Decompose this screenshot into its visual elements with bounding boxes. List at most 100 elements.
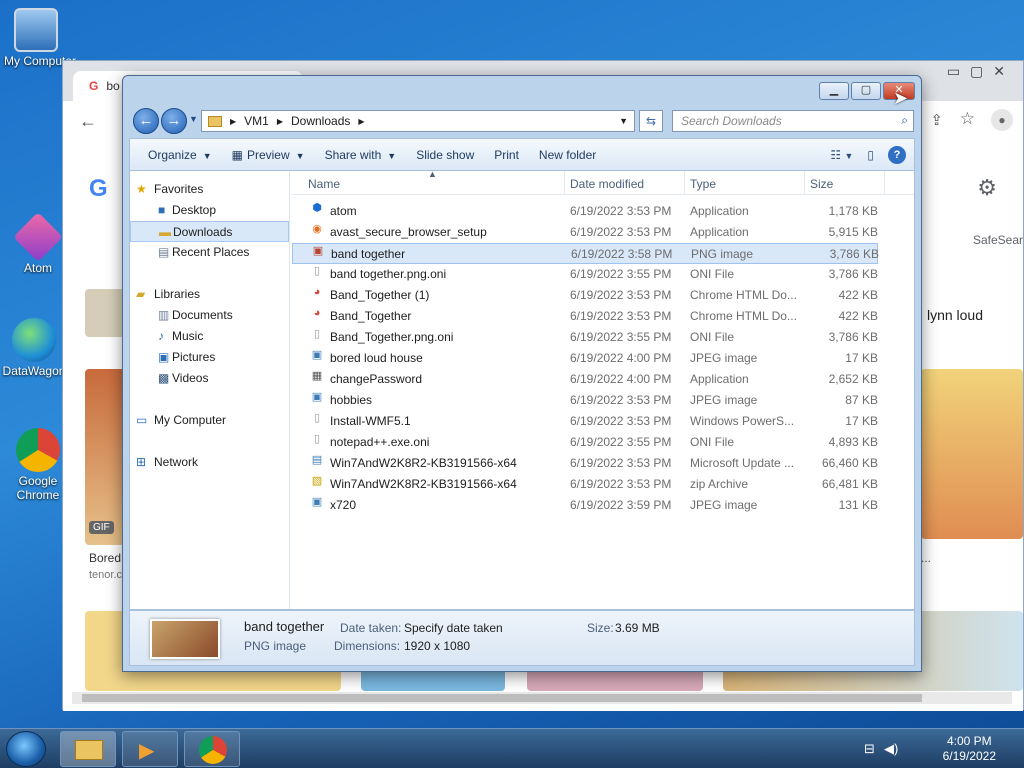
globe-icon xyxy=(12,318,56,362)
result-caption[interactable]: Bored xyxy=(89,551,121,565)
share-icon[interactable]: ⇪ xyxy=(930,111,943,129)
search-input[interactable]: Search Downloads ⌕ xyxy=(672,110,914,132)
organize-button[interactable]: Organize ▼ xyxy=(138,148,222,162)
breadcrumb-separator-icon[interactable]: ▶ xyxy=(358,117,364,126)
file-row[interactable]: ▦ changePassword 6/19/2022 4:00 PM Applicat… xyxy=(292,369,914,390)
mouse-cursor-icon: ➤ xyxy=(893,88,909,108)
chrome-horizontal-scrollbar[interactable] xyxy=(72,692,1012,704)
safesearch-label[interactable]: SafeSear xyxy=(973,233,1023,247)
back-button[interactable]: ← xyxy=(133,108,159,134)
breadcrumb-downloads[interactable]: Downloads xyxy=(291,114,350,128)
dimensions-value: 1920 x 1080 xyxy=(404,639,471,653)
nav-network[interactable]: ⊞ Network xyxy=(130,452,289,473)
column-headers: Name ▲ Date modified Type Size xyxy=(292,169,914,195)
desktop-icon-label: My Computer xyxy=(4,54,77,68)
libraries-icon: ▰ xyxy=(136,287,146,301)
desktop-icon-my-computer[interactable]: My Computer xyxy=(4,8,77,68)
breadcrumb-separator-icon[interactable]: ▶ xyxy=(277,117,283,126)
file-row[interactable]: ▤ Win7AndW2K8R2-KB3191566-x64 6/19/2022 3:… xyxy=(292,453,914,474)
nav-documents[interactable]: ▥ Documents xyxy=(130,305,289,326)
png-image-icon: ▣ xyxy=(312,245,324,257)
bookmark-star-icon[interactable]: ☆ xyxy=(960,109,975,129)
change-view-icon[interactable]: ☷ ▼ xyxy=(830,148,853,162)
nav-videos[interactable]: ▩ Videos xyxy=(130,368,289,389)
slide-show-button[interactable]: Slide show xyxy=(406,148,484,162)
back-icon[interactable]: ← xyxy=(79,111,97,132)
file-row[interactable]: ▣ hobbies 6/19/2022 3:53 PM JPEG image 87 KB xyxy=(292,390,914,411)
nav-recent-places[interactable]: ▤ Recent Places xyxy=(130,242,289,263)
details-file-type: PNG image xyxy=(244,639,307,653)
file-row[interactable]: ⬢ atom 6/19/2022 3:53 PM Application 1,178 K… xyxy=(292,201,914,222)
file-row[interactable]: ▯ Install-WMF5.1 6/19/2022 3:53 PM Windows … xyxy=(292,411,914,432)
share-with-button[interactable]: Share with ▼ xyxy=(315,148,407,162)
chrome-html-icon: ◕ xyxy=(313,307,321,319)
related-search-chip[interactable]: lynn loud xyxy=(927,307,983,323)
start-button[interactable] xyxy=(6,731,46,767)
breadcrumb-separator-icon[interactable]: ▶ xyxy=(230,117,236,126)
file-row[interactable]: ▯ notepad++.exe.oni 6/19/2022 3:55 PM ONI F… xyxy=(292,432,914,453)
forward-button[interactable]: → xyxy=(161,108,187,134)
volume-icon[interactable]: ◀) xyxy=(884,741,898,757)
image-result-bored[interactable] xyxy=(85,369,125,545)
file-row[interactable]: ◕ Band_Together 6/19/2022 3:53 PM Chrome HT… xyxy=(292,306,914,327)
file-row[interactable]: ◉ avast_secure_browser_setup 6/19/2022 3:5… xyxy=(292,222,914,243)
pictures-icon: ▣ xyxy=(158,350,170,364)
new-folder-button[interactable]: New folder xyxy=(529,148,606,162)
file-row[interactable]: ▣ bored loud house 6/19/2022 4:00 PM JPEG i… xyxy=(292,348,914,369)
minimize-button[interactable]: ▁ xyxy=(819,82,849,100)
address-bar[interactable]: ▶ VM1 ▶ Downloads ▶ ▼ xyxy=(201,110,635,132)
file-row[interactable]: ▯ band together.png.oni 6/19/2022 3:55 PM O… xyxy=(292,264,914,285)
image-result-right[interactable] xyxy=(921,369,1023,539)
profile-icon[interactable]: ● xyxy=(991,109,1013,131)
maximize-button[interactable]: ▢ xyxy=(851,82,881,100)
file-row[interactable]: ▧ Win7AndW2K8R2-KB3191566-x64 6/19/2022 3:… xyxy=(292,474,914,495)
nav-downloads[interactable]: ▬ Downloads xyxy=(130,221,289,242)
desktop-icon-google-chrome[interactable]: Google Chrome xyxy=(6,428,70,502)
google-icon: G xyxy=(89,79,99,93)
details-file-name: band together xyxy=(244,619,325,634)
desktop-icon-label: Atom xyxy=(23,261,52,275)
taskbar-chrome-button[interactable] xyxy=(184,731,240,767)
column-name[interactable]: Name xyxy=(308,177,340,191)
scrollbar-thumb[interactable] xyxy=(82,694,922,702)
taskbar-explorer-button[interactable] xyxy=(60,731,116,767)
taskbar-media-player-button[interactable]: ▶ xyxy=(122,731,178,767)
image-result-thumb[interactable] xyxy=(85,289,125,337)
powershell-file-icon: ▯ xyxy=(313,412,321,424)
help-icon[interactable]: ? xyxy=(888,145,906,164)
downloads-folder-icon: ▬ xyxy=(159,225,171,239)
file-row[interactable]: ▯ Band_Together.png.oni 6/19/2022 3:55 PM O… xyxy=(292,327,914,348)
blank-file-icon: ▯ xyxy=(313,265,321,277)
date-taken-value[interactable]: Specify date taken xyxy=(404,621,503,635)
breadcrumb-vm1[interactable]: VM1 xyxy=(244,114,269,128)
column-type[interactable]: Type xyxy=(690,177,716,191)
nav-desktop[interactable]: ■ Desktop xyxy=(130,200,289,221)
file-row[interactable]: ▣ x720 6/19/2022 3:59 PM JPEG image 131 KB xyxy=(292,495,914,516)
nav-music[interactable]: ♪ Music xyxy=(130,326,289,347)
settings-gear-icon[interactable]: ⚙ xyxy=(977,175,997,201)
column-size[interactable]: Size xyxy=(810,177,833,191)
desktop-icon-datawagon[interactable]: DataWagon xyxy=(2,318,66,378)
chrome-window-controls[interactable]: ▭▢✕ xyxy=(947,63,1015,80)
search-icon[interactable]: ⌕ xyxy=(901,113,908,128)
nav-libraries[interactable]: ▰ Libraries xyxy=(130,284,289,305)
address-dropdown-icon[interactable]: ▼ xyxy=(619,116,628,126)
preview-button[interactable]: ▦ Preview ▼ xyxy=(222,148,315,162)
result-source: tenor.c xyxy=(89,569,123,581)
navigation-pane: ★ Favorites ■ Desktop ▬ Downloads ▤ Recent P… xyxy=(130,171,290,609)
preview-pane-icon[interactable]: ▯ xyxy=(867,148,874,162)
desktop-icon-atom[interactable]: Atom xyxy=(6,212,70,275)
nav-pictures[interactable]: ▣ Pictures xyxy=(130,347,289,368)
nav-my-computer[interactable]: ▭ My Computer xyxy=(130,410,289,431)
column-date-modified[interactable]: Date modified xyxy=(570,177,644,191)
recent-pages-dropdown-icon[interactable]: ▼ xyxy=(189,114,198,124)
print-button[interactable]: Print xyxy=(484,148,529,162)
file-row[interactable]: ◕ Band_Together (1) 6/19/2022 3:53 PM Chrom… xyxy=(292,285,914,306)
chevron-down-icon: ▼ xyxy=(387,150,397,161)
clock[interactable]: 4:00 PM 6/19/2022 xyxy=(943,734,996,764)
chrome-icon xyxy=(199,736,227,764)
nav-favorites[interactable]: ★ Favorites xyxy=(130,179,289,200)
network-status-icon[interactable]: ⊟ xyxy=(864,741,875,757)
refresh-button[interactable]: ⇆ xyxy=(639,110,663,132)
file-row-selected[interactable]: ▣ band together 6/19/2022 3:58 PM PNG image… xyxy=(292,243,879,264)
